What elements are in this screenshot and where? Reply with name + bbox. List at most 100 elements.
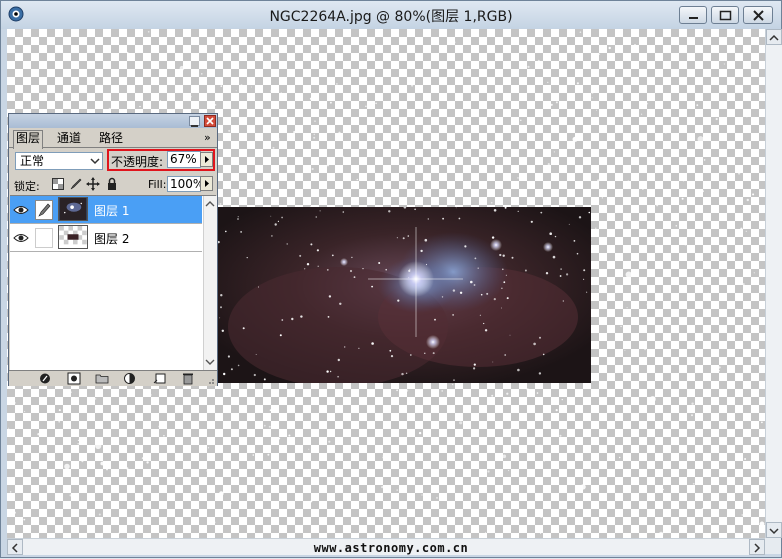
chevron-up-icon[interactable] bbox=[204, 198, 216, 210]
star bbox=[126, 51, 129, 54]
star bbox=[696, 104, 699, 107]
star bbox=[356, 68, 359, 71]
resize-grip-icon[interactable] bbox=[202, 372, 216, 385]
palette-title-bar[interactable] bbox=[9, 114, 217, 128]
star bbox=[506, 297, 509, 300]
star bbox=[646, 102, 649, 105]
star bbox=[520, 119, 522, 122]
star bbox=[373, 42, 375, 44]
star bbox=[718, 366, 721, 369]
star bbox=[344, 346, 346, 348]
star bbox=[715, 117, 718, 121]
adjustment-layer-icon[interactable] bbox=[123, 372, 137, 385]
palette-menu-button[interactable]: » bbox=[204, 131, 211, 144]
star bbox=[658, 531, 664, 537]
fill-input[interactable]: 100% bbox=[167, 176, 204, 192]
star bbox=[634, 44, 636, 46]
star bbox=[95, 442, 102, 450]
star bbox=[310, 500, 313, 503]
layer-style-icon[interactable] bbox=[39, 372, 53, 385]
opacity-input[interactable]: 67% bbox=[167, 151, 201, 168]
star bbox=[480, 293, 483, 296]
chevron-up-icon bbox=[769, 34, 779, 41]
maximize-button[interactable] bbox=[711, 6, 739, 24]
star bbox=[228, 129, 231, 132]
eye-visibility-icon[interactable] bbox=[12, 201, 30, 219]
star bbox=[221, 329, 224, 332]
star bbox=[12, 29, 15, 31]
star bbox=[250, 86, 252, 88]
star bbox=[742, 283, 745, 286]
scroll-down-arrow[interactable] bbox=[766, 522, 782, 538]
star bbox=[578, 216, 582, 219]
star bbox=[69, 494, 72, 497]
star bbox=[326, 269, 329, 271]
star bbox=[526, 388, 529, 391]
star bbox=[744, 458, 747, 460]
star bbox=[745, 230, 747, 232]
star bbox=[263, 424, 266, 427]
lock-pixels-brush-icon[interactable] bbox=[69, 177, 83, 191]
star bbox=[655, 106, 659, 109]
star bbox=[77, 442, 79, 445]
chevron-down-icon bbox=[90, 158, 100, 165]
eye-visibility-icon[interactable] bbox=[12, 229, 30, 247]
star bbox=[67, 438, 70, 442]
palette-minimize-button[interactable] bbox=[189, 116, 200, 127]
star bbox=[491, 236, 495, 239]
star bbox=[583, 278, 585, 280]
lock-position-move-icon[interactable] bbox=[86, 177, 100, 191]
title-bar[interactable]: NGC2264A.jpg @ 80%(图层 1,RGB) bbox=[1, 1, 781, 29]
star bbox=[348, 431, 351, 434]
chevron-down-icon[interactable] bbox=[204, 356, 216, 368]
star bbox=[568, 142, 572, 145]
layer-brush-indicator bbox=[35, 200, 53, 220]
star bbox=[544, 135, 547, 138]
star bbox=[635, 318, 638, 320]
layer-row-2[interactable]: 图层 2 bbox=[10, 224, 202, 252]
tab-channels[interactable]: 通道 bbox=[55, 131, 83, 147]
scroll-up-arrow[interactable] bbox=[766, 29, 782, 45]
star bbox=[69, 391, 72, 394]
star bbox=[508, 469, 510, 472]
layer-row-1[interactable]: 图层 1 bbox=[10, 196, 202, 224]
vertical-scrollbar[interactable] bbox=[765, 29, 782, 538]
star bbox=[396, 237, 398, 239]
lock-all-icon[interactable] bbox=[105, 177, 119, 191]
layers-scrollbar[interactable] bbox=[203, 196, 217, 370]
star bbox=[520, 494, 525, 499]
star bbox=[708, 261, 711, 264]
fill-slider-button[interactable] bbox=[200, 176, 213, 191]
star bbox=[280, 92, 282, 94]
star bbox=[147, 31, 150, 33]
star bbox=[536, 392, 539, 394]
star bbox=[559, 275, 562, 277]
star bbox=[258, 286, 259, 288]
star bbox=[506, 392, 509, 395]
blend-mode-select[interactable]: 正常 bbox=[15, 152, 103, 170]
delete-layer-icon[interactable] bbox=[181, 372, 195, 385]
layer-mask-icon[interactable] bbox=[67, 372, 81, 385]
opacity-slider-button[interactable] bbox=[200, 152, 213, 167]
minimize-button[interactable] bbox=[679, 6, 707, 24]
star bbox=[98, 513, 101, 516]
star bbox=[691, 402, 694, 405]
star bbox=[420, 249, 423, 253]
close-button[interactable] bbox=[743, 6, 773, 24]
star bbox=[452, 314, 454, 316]
tab-layers[interactable]: 图层 bbox=[13, 130, 44, 149]
lock-transparency-icon[interactable] bbox=[51, 177, 65, 191]
star bbox=[694, 238, 697, 241]
star bbox=[502, 254, 505, 257]
star bbox=[329, 370, 332, 373]
palette-close-button[interactable] bbox=[204, 115, 216, 127]
star bbox=[597, 179, 600, 182]
tab-paths[interactable]: 路径 bbox=[97, 131, 125, 147]
new-group-icon[interactable] bbox=[95, 372, 109, 385]
star bbox=[533, 342, 536, 346]
star bbox=[568, 62, 570, 64]
new-layer-icon[interactable] bbox=[153, 372, 167, 385]
star bbox=[537, 59, 540, 62]
star bbox=[326, 164, 329, 167]
star bbox=[520, 402, 524, 405]
